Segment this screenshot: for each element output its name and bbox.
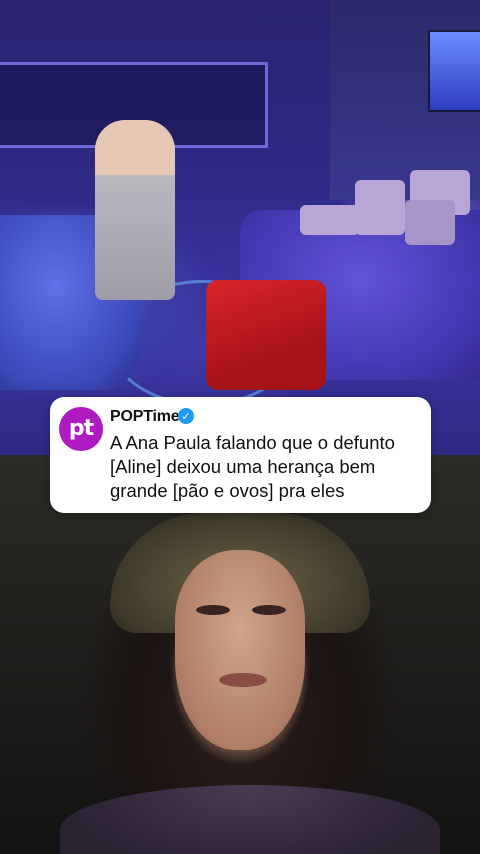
avatar-logo-text: pt [68,415,94,441]
top-photo [0,0,480,455]
tweet-text-line: grande [pão e ovos] pra eles [110,480,345,501]
eye-right [252,605,286,615]
face [175,550,305,750]
tweet-text-line: A Ana Paula falando que o defunto [110,432,395,453]
tweet-text: A Ana Paula falando que o defunto [Aline… [110,431,422,503]
tweet-card[interactable]: pt POPTime ✓ A Ana Paula falando que o d… [50,397,431,513]
pillow [355,180,405,235]
tweet-text-line: [Aline] deixou uma herança bem [110,456,376,477]
person-standing [95,120,175,300]
pillow [405,200,455,245]
shoulders [60,785,440,854]
avatar[interactable]: pt [59,407,103,451]
username[interactable]: POPTime [110,408,180,426]
red-bag [206,280,326,390]
eye-left [196,605,230,615]
lips [219,673,267,687]
pillow [300,205,360,235]
tv-screen [428,30,480,112]
verified-badge-icon: ✓ [178,408,194,424]
bottom-photo [0,455,480,854]
